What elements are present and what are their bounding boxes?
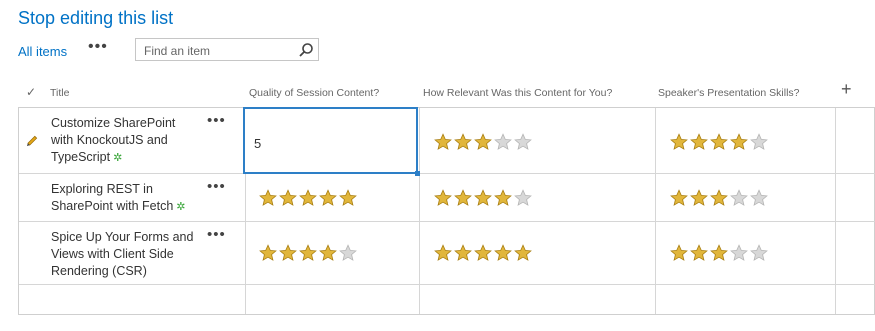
view-all-items[interactable]: All items bbox=[18, 44, 67, 59]
star-empty-icon[interactable] bbox=[514, 189, 532, 207]
star-filled-icon[interactable] bbox=[670, 244, 688, 262]
quality-edit-input[interactable] bbox=[252, 135, 296, 152]
rating-skills[interactable] bbox=[670, 189, 768, 207]
star-filled-icon[interactable] bbox=[710, 133, 728, 151]
star-filled-icon[interactable] bbox=[259, 244, 277, 262]
star-empty-icon[interactable] bbox=[339, 244, 357, 262]
list-grid: Customize SharePoint with KnockoutJS and… bbox=[18, 107, 875, 315]
rating-skills[interactable] bbox=[670, 244, 768, 262]
star-filled-icon[interactable] bbox=[670, 133, 688, 151]
star-filled-icon[interactable] bbox=[474, 189, 492, 207]
star-filled-icon[interactable] bbox=[690, 133, 708, 151]
star-filled-icon[interactable] bbox=[299, 244, 317, 262]
star-filled-icon[interactable] bbox=[494, 244, 512, 262]
quality-edit-cell[interactable] bbox=[243, 107, 420, 176]
view-more-button[interactable]: ••• bbox=[88, 38, 108, 56]
star-filled-icon[interactable] bbox=[279, 244, 297, 262]
star-filled-icon[interactable] bbox=[454, 244, 472, 262]
page-title[interactable]: Stop editing this list bbox=[18, 8, 173, 29]
star-empty-icon[interactable] bbox=[750, 244, 768, 262]
star-filled-icon[interactable] bbox=[279, 189, 297, 207]
search-icon[interactable] bbox=[298, 42, 314, 58]
list-toolbar: All items ••• bbox=[18, 38, 338, 64]
rating-relevance[interactable] bbox=[434, 244, 532, 262]
pencil-icon bbox=[26, 135, 38, 147]
star-filled-icon[interactable] bbox=[434, 133, 452, 151]
item-title[interactable]: Spice Up Your Forms and Views with Clien… bbox=[51, 229, 201, 280]
star-empty-icon[interactable] bbox=[514, 133, 532, 151]
table-row-new[interactable] bbox=[19, 285, 875, 315]
select-all-checkmark-icon[interactable]: ✓ bbox=[26, 85, 36, 99]
star-filled-icon[interactable] bbox=[474, 244, 492, 262]
table-row[interactable]: Customize SharePoint with KnockoutJS and… bbox=[19, 107, 875, 176]
rating-relevance[interactable] bbox=[434, 189, 532, 207]
column-header-title[interactable]: Title bbox=[50, 87, 69, 99]
rating-quality[interactable] bbox=[259, 189, 357, 207]
star-filled-icon[interactable] bbox=[690, 244, 708, 262]
star-filled-icon[interactable] bbox=[454, 133, 472, 151]
rating-relevance[interactable] bbox=[434, 133, 532, 151]
star-filled-icon[interactable] bbox=[434, 244, 452, 262]
star-filled-icon[interactable] bbox=[710, 244, 728, 262]
table-row[interactable]: Exploring REST in SharePoint with Fetch ✲… bbox=[19, 174, 875, 222]
star-filled-icon[interactable] bbox=[339, 189, 357, 207]
star-filled-icon[interactable] bbox=[494, 189, 512, 207]
rating-quality[interactable] bbox=[259, 244, 357, 262]
new-item-icon: ✲ bbox=[176, 201, 186, 213]
star-filled-icon[interactable] bbox=[730, 133, 748, 151]
star-filled-icon[interactable] bbox=[259, 189, 277, 207]
search-input[interactable] bbox=[142, 40, 296, 62]
star-empty-icon[interactable] bbox=[750, 189, 768, 207]
star-filled-icon[interactable] bbox=[319, 189, 337, 207]
star-filled-icon[interactable] bbox=[454, 189, 472, 207]
item-title[interactable]: Customize SharePoint with KnockoutJS and… bbox=[51, 115, 201, 167]
rating-skills[interactable] bbox=[670, 133, 768, 151]
item-menu-button[interactable]: ••• bbox=[207, 178, 226, 195]
item-menu-button[interactable]: ••• bbox=[207, 226, 226, 243]
item-menu-button[interactable]: ••• bbox=[207, 112, 226, 129]
search-box[interactable] bbox=[135, 38, 319, 62]
add-column-button[interactable]: + bbox=[841, 79, 852, 100]
star-filled-icon[interactable] bbox=[319, 244, 337, 262]
new-item-icon: ✲ bbox=[113, 152, 123, 164]
table-row[interactable]: Spice Up Your Forms and Views with Clien… bbox=[19, 222, 875, 285]
star-filled-icon[interactable] bbox=[670, 189, 688, 207]
column-header-skills[interactable]: Speaker's Presentation Skills? bbox=[658, 87, 800, 99]
page-title-rest: editing this list bbox=[60, 8, 174, 28]
star-filled-icon[interactable] bbox=[690, 189, 708, 207]
star-filled-icon[interactable] bbox=[474, 133, 492, 151]
star-empty-icon[interactable] bbox=[730, 189, 748, 207]
star-empty-icon[interactable] bbox=[730, 244, 748, 262]
item-title[interactable]: Exploring REST in SharePoint with Fetch ✲ bbox=[51, 181, 201, 216]
stop-editing-link[interactable]: Stop bbox=[18, 8, 55, 28]
column-header-quality[interactable]: Quality of Session Content? bbox=[249, 87, 379, 99]
star-filled-icon[interactable] bbox=[299, 189, 317, 207]
star-filled-icon[interactable] bbox=[434, 189, 452, 207]
star-empty-icon[interactable] bbox=[750, 133, 768, 151]
star-filled-icon[interactable] bbox=[514, 244, 532, 262]
star-filled-icon[interactable] bbox=[710, 189, 728, 207]
star-empty-icon[interactable] bbox=[494, 133, 512, 151]
column-header-relevance[interactable]: How Relevant Was this Content for You? bbox=[423, 87, 612, 99]
